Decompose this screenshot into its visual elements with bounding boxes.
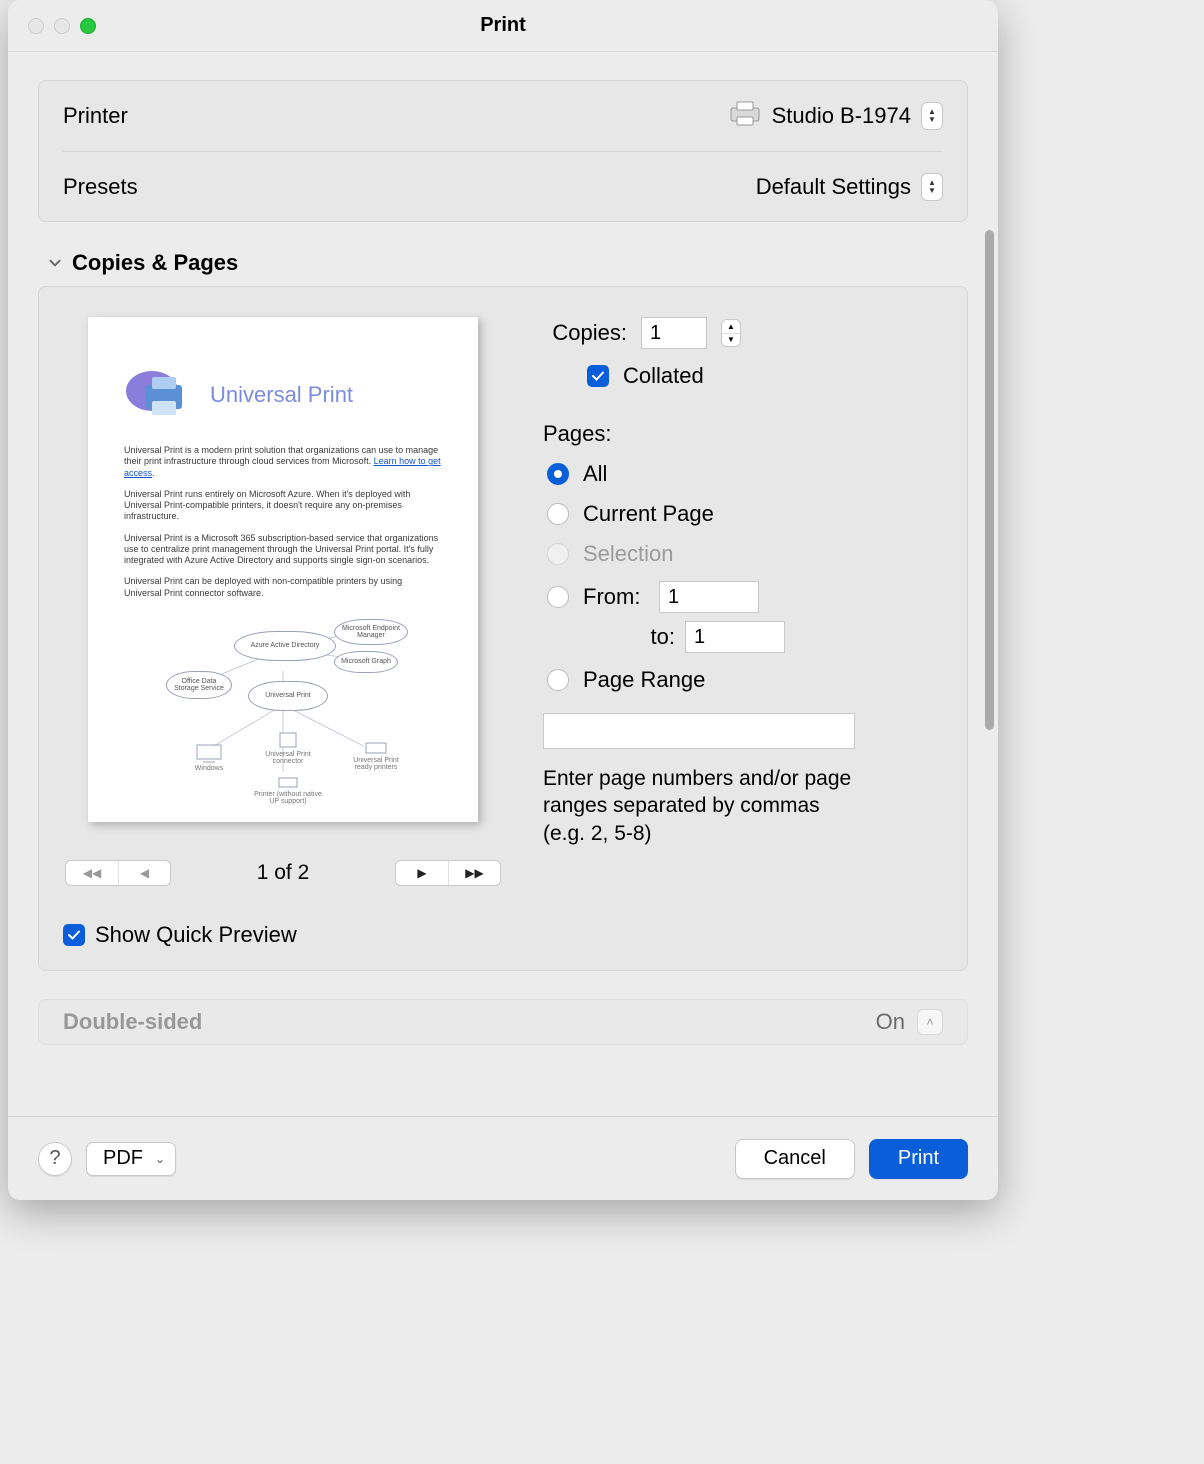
universal-print-logo-icon xyxy=(124,367,196,423)
dialog-footer: ? PDF ⌄ Cancel Print xyxy=(8,1116,998,1200)
window-title: Print xyxy=(8,14,998,37)
pages-from-label: From: xyxy=(583,584,645,610)
pager-fwd-group: ▶ ▶▶ xyxy=(395,860,501,886)
pages-current-radio[interactable] xyxy=(547,503,569,525)
dialog-body: Printer Studio B-1974 ▲▼ xyxy=(8,52,998,1116)
doc-paragraph: Universal Print can be deployed with non… xyxy=(124,576,442,599)
pages-selection-radio xyxy=(547,543,569,565)
prev-page-button[interactable]: ◀ xyxy=(118,861,170,885)
collated-checkbox[interactable] xyxy=(587,365,609,387)
stepper-down-icon[interactable]: ▼ xyxy=(722,333,740,346)
pages-range-label: Page Range xyxy=(583,667,705,693)
last-page-button[interactable]: ▶▶ xyxy=(448,861,500,885)
show-preview-checkbox[interactable] xyxy=(63,924,85,946)
copies-pages-header[interactable]: Copies & Pages xyxy=(48,250,968,276)
printer-label: Printer xyxy=(63,103,128,129)
pages-all-label: All xyxy=(583,461,607,487)
pdf-menu-button[interactable]: PDF ⌄ xyxy=(86,1142,176,1176)
check-icon xyxy=(591,369,605,383)
presets-label: Presets xyxy=(63,174,138,200)
doc-paragraph: Universal Print is a modern print soluti… xyxy=(124,445,442,479)
pages-from-radio[interactable] xyxy=(547,586,569,608)
first-page-button[interactable]: ◀◀ xyxy=(66,861,118,885)
updown-icon: ▲▼ xyxy=(921,173,943,201)
pages-label: Pages: xyxy=(543,421,943,447)
print-button[interactable]: Print xyxy=(869,1139,968,1179)
presets-row: Presets Default Settings ▲▼ xyxy=(63,151,943,221)
controls-column: Copies: ▲ ▼ Collated Page xyxy=(543,317,943,886)
presets-value: Default Settings xyxy=(756,174,911,200)
updown-icon: ▲▼ xyxy=(921,102,943,130)
copies-pages-title: Copies & Pages xyxy=(72,250,238,276)
pages-range-radio[interactable] xyxy=(547,669,569,691)
chevron-up-icon: ˄ xyxy=(917,1009,943,1035)
chevron-down-icon: ⌄ xyxy=(155,1152,165,1166)
pager-label: 1 of 2 xyxy=(257,861,310,885)
printer-row: Printer Studio B-1974 ▲▼ xyxy=(63,81,943,151)
check-icon xyxy=(67,928,81,942)
pages-to-label: to: xyxy=(613,624,675,650)
page-preview[interactable]: Universal Print Universal Print is a mod… xyxy=(88,317,478,822)
printer-select[interactable]: Studio B-1974 ▲▼ xyxy=(728,100,943,132)
chevron-down-icon xyxy=(48,256,62,270)
show-preview-label: Show Quick Preview xyxy=(95,922,297,948)
pdf-label: PDF xyxy=(103,1147,143,1170)
page-range-hint: Enter page numbers and/or page ranges se… xyxy=(543,765,863,847)
copies-stepper[interactable]: ▲ ▼ xyxy=(721,319,741,347)
double-sided-section[interactable]: Double-sided On ˄ xyxy=(38,999,968,1045)
scrollbar[interactable] xyxy=(985,230,994,730)
double-sided-label: Double-sided xyxy=(63,1009,202,1035)
presets-select[interactable]: Default Settings ▲▼ xyxy=(756,173,943,201)
pager-back-group: ◀◀ ◀ xyxy=(65,860,171,886)
cancel-button[interactable]: Cancel xyxy=(735,1139,855,1179)
preview-column: Universal Print Universal Print is a mod… xyxy=(63,317,503,886)
printer-presets-panel: Printer Studio B-1974 ▲▼ xyxy=(38,80,968,222)
doc-diagram: Azure Active Directory Microsoft Endpoin… xyxy=(124,615,442,802)
doc-title: Universal Print xyxy=(210,382,353,408)
pages-current-label: Current Page xyxy=(583,501,714,527)
collated-label: Collated xyxy=(623,363,704,389)
copies-pages-panel: Universal Print Universal Print is a mod… xyxy=(38,286,968,971)
pages-selection-label: Selection xyxy=(583,541,674,567)
titlebar: Print xyxy=(8,0,998,52)
doc-paragraph: Universal Print is a Microsoft 365 subsc… xyxy=(124,533,442,567)
to-input[interactable] xyxy=(685,621,785,653)
copies-input[interactable] xyxy=(641,317,707,349)
printer-icon xyxy=(728,100,762,132)
printer-value: Studio B-1974 xyxy=(772,103,911,129)
page-range-input[interactable] xyxy=(543,713,855,749)
help-button[interactable]: ? xyxy=(38,1142,72,1176)
double-sided-value: On xyxy=(876,1009,905,1035)
pages-all-radio[interactable] xyxy=(547,463,569,485)
stepper-up-icon[interactable]: ▲ xyxy=(722,320,740,333)
copies-label: Copies: xyxy=(543,320,627,346)
doc-paragraph: Universal Print runs entirely on Microso… xyxy=(124,489,442,523)
preview-pager: ◀◀ ◀ 1 of 2 ▶ ▶▶ xyxy=(63,860,503,886)
print-dialog: Print Printer Studio B-1974 ▲▼ xyxy=(8,0,998,1200)
from-input[interactable] xyxy=(659,581,759,613)
next-page-button[interactable]: ▶ xyxy=(396,861,448,885)
